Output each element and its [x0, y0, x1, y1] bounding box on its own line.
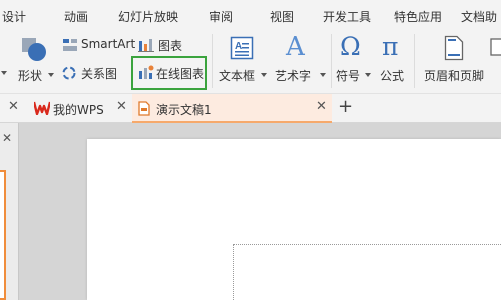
smartart-icon [62, 38, 78, 55]
shape-icon [20, 36, 48, 64]
close-icon[interactable]: ✕ [8, 99, 19, 114]
textbox-button[interactable]: A 文本框 [216, 32, 268, 90]
chart-button[interactable]: 图表 [136, 34, 202, 56]
symbol-label: 符号 [336, 69, 361, 83]
menu-bar: 设计 动画 幻灯片放映 审阅 视图 开发工具 特色应用 文档助 [0, 0, 501, 30]
formula-button[interactable]: π 公式 [376, 32, 410, 90]
slide-thumbnail-panel[interactable]: ✕ [0, 123, 19, 300]
menu-design[interactable]: 设计 [2, 8, 26, 25]
online-chart-label: 在线图表 [156, 67, 205, 81]
ribbon-separator [212, 34, 213, 88]
online-chart-button[interactable]: 在线图表 [137, 62, 215, 84]
textbox-icon: A [230, 36, 254, 63]
slide-number-icon[interactable] [490, 38, 501, 59]
tab-label: 我的WPS [53, 103, 104, 117]
smartart-label: SmartArt [81, 37, 136, 51]
chart-label: 图表 [158, 39, 183, 53]
wordart-label: 艺术字 [275, 69, 312, 83]
workspace: ✕ [0, 123, 501, 300]
chevron-down-icon [320, 73, 326, 77]
shape-button[interactable]: 形状 [10, 32, 58, 90]
menu-slideshow[interactable]: 幻灯片放映 [118, 8, 178, 25]
header-footer-label: 页眉和页脚 [424, 69, 485, 83]
relation-diagram-icon [61, 65, 77, 84]
close-icon[interactable]: ✕ [116, 99, 127, 114]
presentation-file-icon [138, 101, 150, 119]
ribbon-separator [414, 34, 415, 88]
text-placeholder[interactable] [233, 244, 501, 300]
header-footer-button[interactable]: 页眉和页脚 [420, 32, 490, 90]
chevron-down-icon[interactable] [1, 71, 7, 75]
menu-review[interactable]: 审阅 [209, 8, 233, 25]
omega-icon: Ω [340, 32, 361, 61]
wps-logo-icon [32, 101, 52, 118]
slide-thumbnail[interactable] [0, 170, 6, 300]
wordart-button[interactable]: A 艺术字 [272, 32, 328, 90]
symbol-button[interactable]: Ω 符号 [334, 32, 374, 90]
slide-canvas[interactable] [87, 139, 501, 300]
close-icon[interactable]: ✕ [316, 99, 327, 114]
online-chart-icon [137, 65, 155, 84]
menu-developer[interactable]: 开发工具 [323, 8, 371, 25]
ribbon-toolbar: 形状 SmartArt 关系图 图表 在线图表 A 文本框 A 艺术字 Ω 符号… [0, 30, 501, 94]
document-tab-bar: ✕ 我的WPS ✕ 演示文稿1 ✕ + [0, 94, 501, 123]
menu-special[interactable]: 特色应用 [394, 8, 442, 25]
header-footer-icon [444, 35, 464, 64]
ribbon-separator [331, 34, 332, 88]
wordart-icon: A [286, 32, 305, 62]
new-tab-button[interactable]: + [338, 95, 353, 119]
svg-text:A: A [235, 41, 242, 52]
chevron-down-icon [261, 73, 267, 77]
menu-animation[interactable]: 动画 [64, 8, 88, 25]
tab-presentation[interactable]: 演示文稿1 ✕ [132, 94, 332, 123]
chart-icon [138, 38, 154, 55]
pi-icon: π [382, 32, 399, 61]
menu-view[interactable]: 视图 [270, 8, 294, 25]
relation-diagram-button[interactable]: 关系图 [60, 62, 128, 84]
tab-label: 演示文稿1 [156, 103, 212, 117]
chevron-down-icon [48, 73, 54, 77]
relation-diagram-label: 关系图 [81, 67, 118, 81]
chevron-down-icon [365, 73, 371, 77]
smartart-button[interactable]: SmartArt [60, 34, 136, 56]
shape-label: 形状 [18, 69, 43, 83]
close-icon[interactable]: ✕ [2, 131, 12, 145]
menu-docs[interactable]: 文档助 [461, 8, 497, 25]
tab-my-wps[interactable]: 我的WPS ✕ [28, 94, 132, 123]
textbox-label: 文本框 [219, 69, 256, 83]
formula-label: 公式 [380, 69, 405, 83]
